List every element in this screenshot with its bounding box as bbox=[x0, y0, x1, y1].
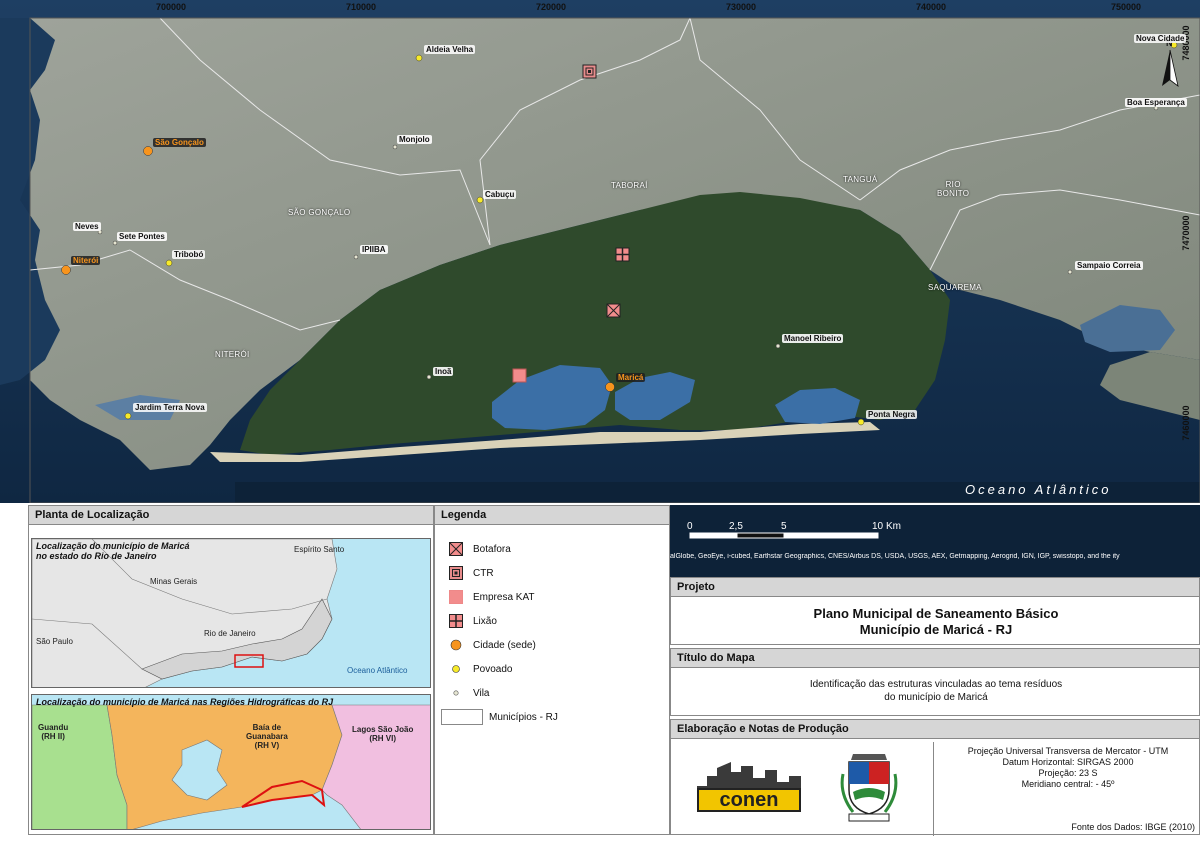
place-nova-cidade: Nova Cidade bbox=[1134, 34, 1187, 43]
scale-tick: 0 bbox=[687, 521, 693, 532]
coord-top-label: 740000 bbox=[915, 2, 947, 12]
place-tribobo: Tribobó bbox=[172, 250, 206, 259]
muni-label-niteroi: NITERÓI bbox=[215, 350, 250, 359]
conen-wordmark: conen bbox=[697, 788, 801, 812]
muni-label-saquarema: SAQUAREMA bbox=[928, 283, 982, 292]
ctr-icon bbox=[449, 566, 463, 580]
projeto-panel: Projeto Plano Municipal de Saneamento Bá… bbox=[670, 577, 1200, 645]
titulo-panel: Título do Mapa Identificação das estrutu… bbox=[670, 648, 1200, 716]
coord-right-label: 7480000 bbox=[1181, 25, 1191, 61]
coord-top-label: 710000 bbox=[345, 2, 377, 12]
inset1-label-rj: Rio de Janeiro bbox=[204, 629, 256, 638]
place-niteroi: Niterói bbox=[71, 256, 101, 265]
titulo-line1: Identificação das estruturas vinculadas … bbox=[809, 679, 1063, 690]
place-inoa: Inoã bbox=[433, 367, 454, 376]
place-cabucu: Cabuçu bbox=[483, 190, 517, 199]
povoado-icon bbox=[452, 665, 460, 673]
main-map[interactable]: 700000 710000 720000 730000 740000 75000… bbox=[0, 0, 1200, 503]
inset1-label-mg: Minas Gerais bbox=[150, 577, 198, 586]
elaboracao-panel: Elaboração e Notas de Produção conen Pro… bbox=[670, 719, 1200, 836]
place-monjolo: Monjolo bbox=[397, 135, 432, 144]
conen-logo: conen bbox=[695, 758, 805, 820]
production-notes: Projeção Universal Transversa de Mercato… bbox=[933, 742, 1200, 836]
place-boa-esperanca: Boa Esperança bbox=[1125, 98, 1187, 107]
inset-rj-state: Localização do município de Maricá no es… bbox=[31, 538, 431, 688]
titulo-head: Título do Mapa bbox=[671, 649, 1199, 668]
inset1-label-es: Espírito Santo bbox=[294, 545, 345, 554]
note-datum: Datum Horizontal: SIRGAS 2000 bbox=[1002, 757, 1134, 767]
place-aldeia-velha: Aldeia Velha bbox=[424, 45, 476, 54]
place-sampaio-correia: Sampaio Correia bbox=[1075, 261, 1143, 270]
empresa-kat-icon bbox=[449, 590, 463, 604]
titulo-line2: do município de Maricá bbox=[884, 692, 988, 703]
cidade-icon bbox=[450, 639, 462, 651]
coord-right-label: 7460000 bbox=[1181, 405, 1191, 441]
muni-label-rio-bonito: RIO BONITO bbox=[937, 180, 970, 198]
coord-top-label: 700000 bbox=[155, 2, 187, 12]
region-lagos: Lagos São João (RH VI) bbox=[352, 725, 414, 743]
vila-icon bbox=[453, 690, 459, 696]
elaboracao-head: Elaboração e Notas de Produção bbox=[671, 720, 1199, 739]
projeto-head: Projeto bbox=[671, 578, 1199, 597]
legend-item-botafora: Botafora bbox=[449, 540, 511, 558]
legend-item-cidade: Cidade (sede) bbox=[449, 636, 536, 654]
scale-tick: 2,5 bbox=[729, 521, 743, 532]
botafora-icon bbox=[449, 542, 463, 556]
note-meridian: Meridiano central: - 45º bbox=[1021, 779, 1115, 789]
projeto-line2: Município de Maricá - RJ bbox=[859, 622, 1013, 637]
coord-top-label: 720000 bbox=[535, 2, 567, 12]
legend-item-empresa-kat: Empresa KAT bbox=[449, 588, 535, 606]
muni-label-itaborai: TABORAÍ bbox=[611, 181, 648, 190]
projeto-line1: Plano Municipal de Saneamento Básico bbox=[813, 606, 1059, 621]
region-guanabara: Baía de Guanabara (RH V) bbox=[246, 723, 288, 750]
scale-unit: Km bbox=[886, 521, 901, 532]
place-marica: Maricá bbox=[616, 373, 646, 382]
map-attribution: alGlobe, GeoEye, i-cubed, Earthstar Geog… bbox=[670, 553, 1120, 560]
inset1-label-sp: São Paulo bbox=[36, 637, 73, 646]
marica-coat-of-arms-icon bbox=[839, 754, 899, 824]
legend-item-municipios: Municípios - RJ bbox=[441, 708, 558, 726]
coord-top-label: 730000 bbox=[725, 2, 757, 12]
inset2-title: Localização do município de Maricá nas R… bbox=[36, 697, 334, 707]
inset1-title: Localização do município de Maricá no es… bbox=[36, 541, 190, 561]
scale-tick: 5 bbox=[781, 521, 787, 532]
inset-hydro-map bbox=[32, 695, 430, 829]
place-sete-pontes: Sete Pontes bbox=[117, 232, 167, 241]
scale-tick: 10 bbox=[872, 521, 884, 532]
place-jardim-terra-nova: Jardim Terra Nova bbox=[133, 403, 207, 412]
region-guandu: Guandu (RH II) bbox=[38, 723, 69, 741]
inset-hydro-regions: Localização do município de Maricá nas R… bbox=[31, 694, 431, 830]
place-ipiiba: IPIIBA bbox=[360, 245, 388, 254]
data-source: Fonte dos Dados: IBGE (2010) bbox=[1071, 822, 1195, 832]
legend-item-vila: Vila bbox=[449, 684, 490, 702]
scale-area: 0 2,5 5 10 Km alGlobe, GeoEye, i-cubed, … bbox=[670, 505, 1200, 577]
note-projection: Projeção Universal Transversa de Mercato… bbox=[967, 746, 1169, 756]
legend-panel: Legenda Botafora CTR Empresa KAT Lixão C… bbox=[434, 505, 670, 835]
legend-item-ctr: CTR bbox=[449, 564, 494, 582]
muni-label-sao-goncalo: SÃO GONÇALO bbox=[288, 208, 351, 217]
ocean-label: Oceano Atlântico bbox=[965, 482, 1112, 497]
place-neves: Neves bbox=[73, 222, 101, 231]
lixao-icon bbox=[449, 614, 463, 628]
coord-top-label: 750000 bbox=[1110, 2, 1142, 12]
place-manoel-ribeiro: Manoel Ribeiro bbox=[782, 334, 844, 343]
location-title: Planta de Localização bbox=[29, 506, 433, 525]
location-panel: Planta de Localização Localização do mun… bbox=[28, 505, 434, 835]
note-zone: Projeção: 23 S bbox=[1038, 768, 1098, 778]
legend-item-lixao: Lixão bbox=[449, 612, 497, 630]
place-ponta-negra: Ponta Negra bbox=[866, 410, 918, 419]
municipios-icon bbox=[441, 709, 483, 725]
legend-item-povoado: Povoado bbox=[449, 660, 512, 678]
muni-label-tangua: TANGUÁ bbox=[843, 175, 878, 184]
coord-right-label: 7470000 bbox=[1181, 215, 1191, 251]
place-sao-goncalo: São Gonçalo bbox=[153, 138, 206, 147]
inset1-label-ocean: Oceano Atlântico bbox=[347, 666, 408, 675]
legend-title: Legenda bbox=[435, 506, 669, 525]
